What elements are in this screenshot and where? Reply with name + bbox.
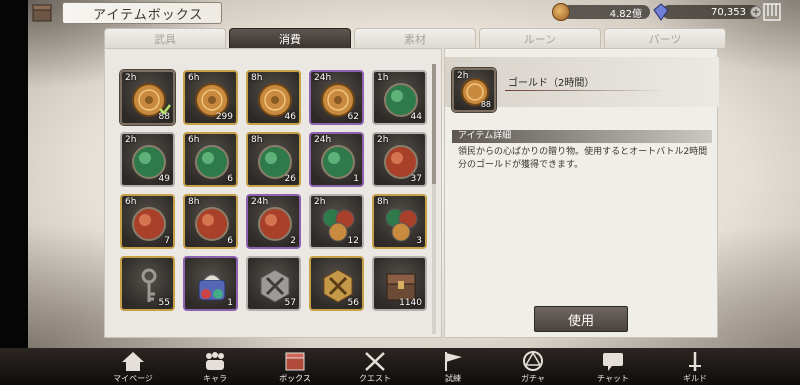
inventory-item-6[interactable]: 6h 6: [183, 132, 238, 187]
item-count: 56: [347, 298, 359, 308]
item-count: 299: [215, 112, 233, 122]
nav-chat[interactable]: チャット: [578, 348, 648, 385]
item-count: 62: [347, 112, 359, 122]
gold-coin-icon: [552, 3, 570, 21]
nav-box[interactable]: ボックス: [260, 348, 330, 385]
nav-characters[interactable]: キャラ: [180, 348, 250, 385]
red-orb-icon: [132, 207, 166, 241]
nav-label: マイページ: [113, 374, 153, 383]
gem-icon: [653, 3, 669, 21]
inventory-item-8[interactable]: 24h 1: [309, 132, 364, 187]
add-gem-button[interactable]: +: [750, 6, 762, 18]
tab-runes[interactable]: ルーン: [479, 28, 601, 48]
item-count: 7: [164, 236, 170, 246]
gold-resource: 4.82億: [552, 3, 650, 21]
green-orb-icon: [195, 145, 229, 179]
red-orb-icon: [195, 207, 229, 241]
item-count: 1: [227, 298, 233, 308]
left-edge: [0, 0, 28, 385]
inventory-item-0[interactable]: 2h 88: [120, 70, 175, 125]
inventory-item-11[interactable]: 8h 6: [183, 194, 238, 249]
item-count: 3: [416, 236, 422, 246]
inventory-item-5[interactable]: 2h 49: [120, 132, 175, 187]
gem-amount: 70,353: [662, 5, 760, 19]
item-count: 1: [353, 174, 359, 184]
use-button[interactable]: 使用: [534, 306, 628, 332]
nav-label: キャラ: [203, 374, 227, 383]
inventory-item-12[interactable]: 24h 2: [246, 194, 301, 249]
item-count: 55: [158, 298, 170, 308]
nav-flag[interactable]: 試練: [418, 348, 488, 385]
magic-circle-icon: [523, 351, 543, 371]
inventory-item-13[interactable]: 2h 12: [309, 194, 364, 249]
item-count: 1140: [399, 298, 422, 308]
inventory-item-18[interactable]: 56: [309, 256, 364, 311]
name-underline: [505, 90, 665, 91]
inventory-item-16[interactable]: 1: [183, 256, 238, 311]
nav-label: クエスト: [359, 374, 391, 383]
inventory-item-9[interactable]: 2h 37: [372, 132, 427, 187]
nav-label: チャット: [597, 374, 629, 383]
box-icon: [285, 352, 305, 371]
inventory-item-19[interactable]: 1140: [372, 256, 427, 311]
inventory-item-3[interactable]: 24h 62: [309, 70, 364, 125]
gold-amount: 4.82億: [562, 5, 650, 20]
mixed-orbs-icon: [385, 208, 418, 242]
page-title: アイテムボックス: [93, 7, 204, 23]
detail-count: 88: [480, 100, 491, 109]
item-count: 2: [290, 236, 296, 246]
inventory-item-10[interactable]: 6h 7: [120, 194, 175, 249]
gift-bag-icon: [198, 274, 226, 301]
tab-consumables[interactable]: 消費: [229, 28, 351, 48]
inventory-item-15[interactable]: 55: [120, 256, 175, 311]
item-count: 6: [227, 174, 233, 184]
inventory-item-14[interactable]: 8h 3: [372, 194, 427, 249]
menu-icon[interactable]: [762, 2, 782, 22]
detail-description: 領民からの心ばかりの贈り物。使用するとオートバトル2時間分のゴールドが獲得できま…: [458, 147, 708, 170]
inventory-item-4[interactable]: 1h 44: [372, 70, 427, 125]
selected-check-icon: [159, 104, 171, 115]
inventory-item-1[interactable]: 6h 299: [183, 70, 238, 125]
green-orb-icon: [321, 145, 355, 179]
characters-icon: [206, 352, 224, 370]
nav-label: ボックス: [279, 374, 311, 383]
item-count: 12: [347, 236, 359, 246]
red-orb-icon: [258, 207, 292, 241]
tab-parts[interactable]: パーツ: [604, 28, 726, 48]
detail-item-icon: 2h 88: [452, 68, 496, 112]
inventory-item-17[interactable]: 57: [246, 256, 301, 311]
item-count: 57: [284, 298, 296, 308]
tab-weapons[interactable]: 武具: [104, 28, 226, 48]
tab-materials[interactable]: 素材: [354, 28, 476, 48]
item-count: 26: [284, 174, 296, 184]
home-icon: [122, 352, 144, 371]
flag-icon: [445, 352, 462, 371]
detail-section-label: アイテム詳細: [452, 130, 712, 143]
item-count: 46: [284, 112, 296, 122]
detail-item-name: ゴールド（2時間）: [508, 78, 595, 89]
chat-icon: [603, 353, 623, 371]
item-count: 37: [410, 174, 422, 184]
nav-home[interactable]: マイページ: [98, 348, 168, 385]
inventory-item-2[interactable]: 8h 46: [246, 70, 301, 125]
guild-sword-icon: [689, 352, 701, 371]
item-count: 49: [158, 174, 170, 184]
item-count: 6: [227, 236, 233, 246]
crossed-swords-icon: [365, 352, 385, 371]
nav-label: ガチャ: [521, 374, 545, 383]
nav-label: 試練: [445, 374, 461, 383]
nav-crossed-swords[interactable]: クエスト: [340, 348, 410, 385]
nav-guild-sword[interactable]: ギルド: [660, 348, 730, 385]
item-count: 44: [410, 112, 422, 122]
page-title-banner: アイテムボックス: [62, 2, 222, 24]
nav-label: ギルド: [683, 374, 707, 383]
nav-magic-circle[interactable]: ガチャ: [498, 348, 568, 385]
scrollbar-thumb[interactable]: [432, 64, 436, 184]
inventory-item-7[interactable]: 8h 26: [246, 132, 301, 187]
gem-resource: 70,353 +: [652, 3, 762, 21]
item-box-icon: [32, 4, 52, 22]
